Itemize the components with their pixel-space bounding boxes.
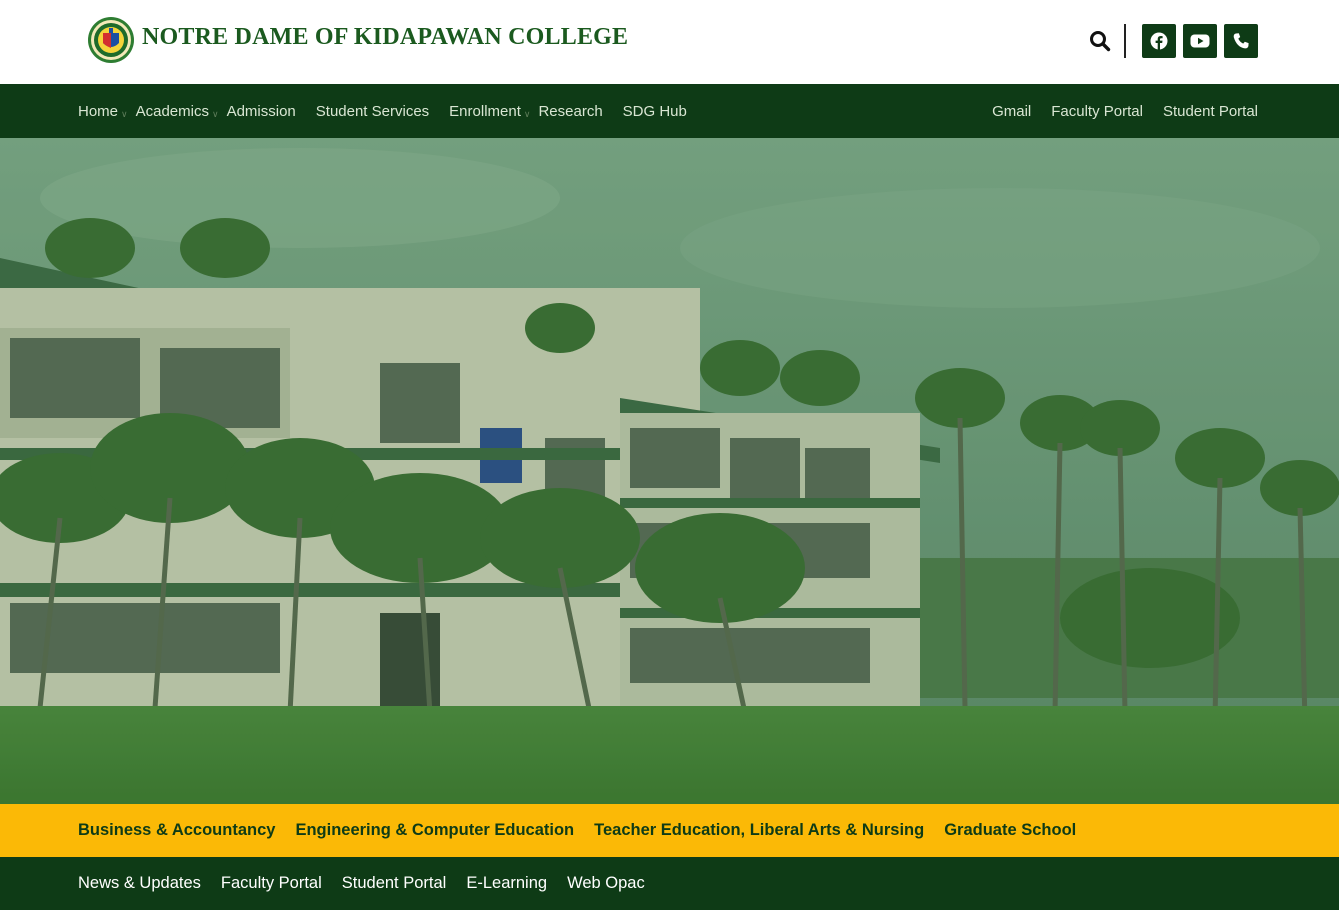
chevron-down-icon: ∨ bbox=[523, 108, 531, 119]
main-navigation: Home ∨ Academics ∨ Admission Student Ser… bbox=[0, 84, 1339, 138]
chevron-down-icon: ∨ bbox=[211, 108, 219, 119]
college-link-engineering-computer-education[interactable]: Engineering & Computer Education bbox=[295, 821, 574, 840]
youtube-icon[interactable] bbox=[1183, 24, 1217, 58]
nav-item-admission[interactable]: Admission bbox=[227, 103, 296, 120]
bottom-link-news-updates[interactable]: News & Updates bbox=[78, 874, 201, 893]
nav-item-home[interactable]: Home ∨ bbox=[78, 102, 128, 120]
college-link-teacher-education[interactable]: Teacher Education, Liberal Arts & Nursin… bbox=[594, 821, 924, 840]
nav-label: Academics bbox=[135, 102, 209, 120]
nav-item-research[interactable]: Research bbox=[538, 103, 602, 120]
college-link-graduate-school[interactable]: Graduate School bbox=[944, 821, 1076, 840]
hero-campus-image bbox=[0, 138, 1339, 804]
nav-item-academics[interactable]: Academics ∨ bbox=[135, 102, 219, 120]
bottom-link-student-portal[interactable]: Student Portal bbox=[342, 874, 447, 893]
colleges-bar: Business & Accountancy Engineering & Com… bbox=[0, 804, 1339, 857]
nav-item-gmail[interactable]: Gmail bbox=[992, 103, 1031, 120]
site-header: NOTRE DAME OF KIDAPAWAN COLLEGE bbox=[0, 0, 1339, 84]
bottom-link-e-learning[interactable]: E-Learning bbox=[466, 874, 547, 893]
college-name[interactable]: NOTRE DAME OF KIDAPAWAN COLLEGE bbox=[142, 24, 628, 51]
nav-item-faculty-portal[interactable]: Faculty Portal bbox=[1051, 103, 1143, 120]
nav-item-student-portal[interactable]: Student Portal bbox=[1163, 103, 1258, 120]
college-seal-icon[interactable] bbox=[87, 16, 135, 64]
nav-label: Student Services bbox=[315, 102, 430, 120]
nav-label: Enrollment bbox=[449, 102, 521, 120]
bottom-link-web-opac[interactable]: Web Opac bbox=[567, 874, 645, 893]
nav-item-enrollment[interactable]: Enrollment ∨ bbox=[449, 102, 530, 120]
main-nav-left: Home ∨ Academics ∨ Admission Student Ser… bbox=[78, 84, 707, 138]
nav-label: SDG Hub bbox=[622, 102, 687, 120]
main-nav-right: Gmail Faculty Portal Student Portal bbox=[972, 84, 1258, 138]
nav-label: Research bbox=[538, 102, 603, 120]
chevron-down-icon: ∨ bbox=[121, 108, 128, 119]
facebook-icon[interactable] bbox=[1142, 24, 1176, 58]
phone-icon[interactable] bbox=[1224, 24, 1258, 58]
bottom-link-faculty-portal[interactable]: Faculty Portal bbox=[221, 874, 322, 893]
college-link-business-accountancy[interactable]: Business & Accountancy bbox=[78, 821, 275, 840]
search-icon[interactable] bbox=[1089, 30, 1111, 52]
nav-item-sdg-hub[interactable]: SDG Hub bbox=[623, 103, 687, 120]
nav-label: Home bbox=[78, 102, 119, 120]
nav-item-student-services[interactable]: Student Services bbox=[316, 103, 429, 120]
secondary-navigation: News & Updates Faculty Portal Student Po… bbox=[0, 857, 1339, 910]
header-divider bbox=[1124, 24, 1126, 58]
nav-label: Admission bbox=[226, 102, 296, 120]
